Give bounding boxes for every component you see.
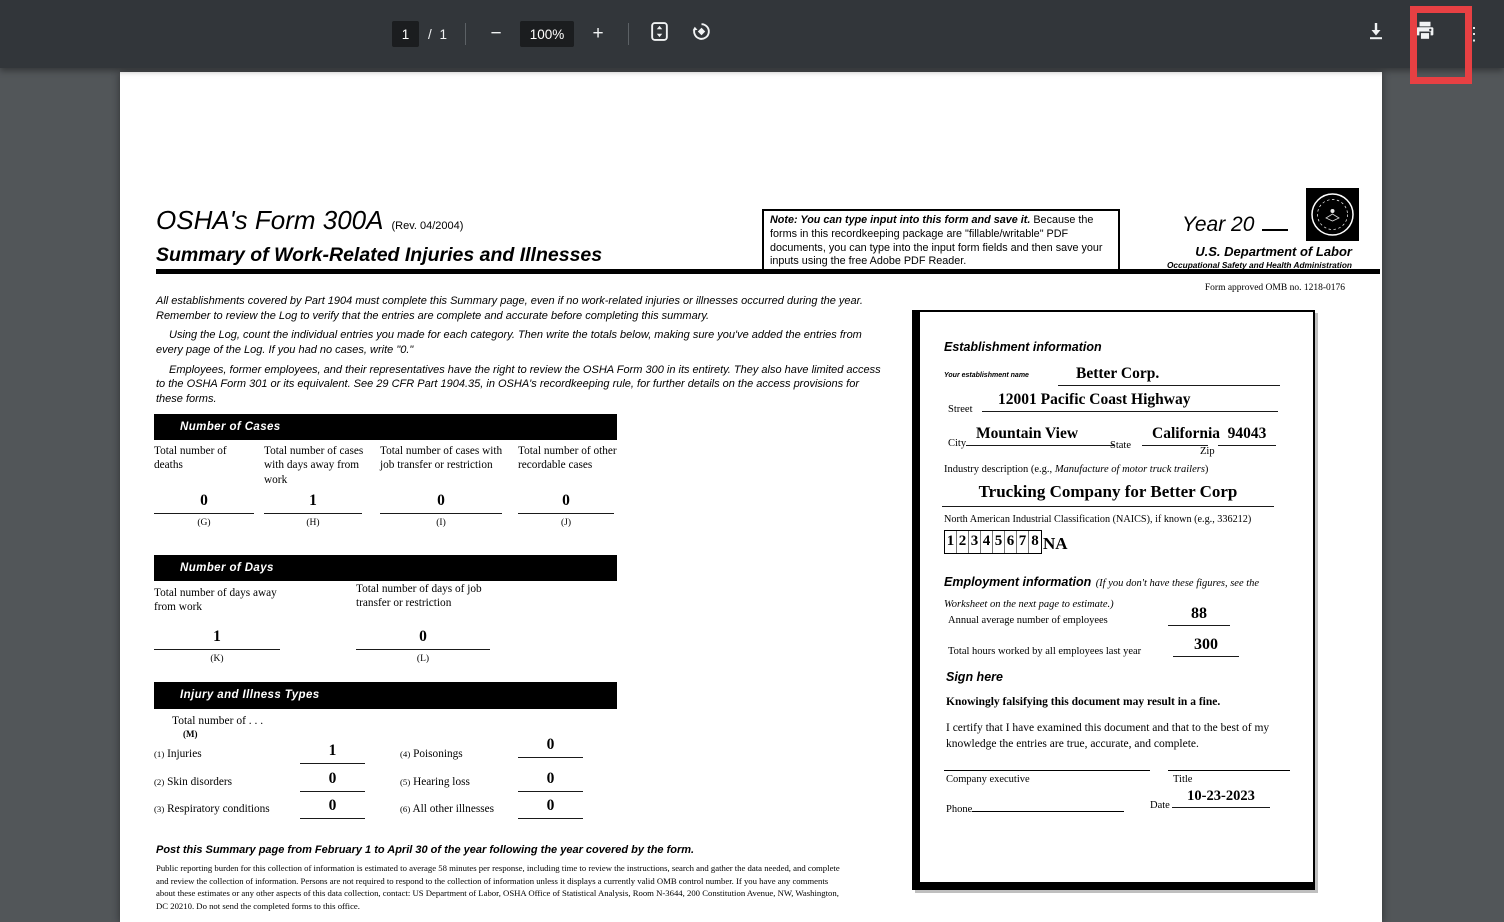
phone-row: Phone [946,800,1124,815]
executive-signature-line[interactable] [944,770,1150,771]
date-label: Date [1150,800,1170,811]
poisonings-field[interactable]: 0 [518,734,583,758]
more-menu-button[interactable]: ⋮ [1454,14,1494,54]
intro-paragraph: Employees, former employees, and their r… [156,363,884,407]
print-button[interactable] [1405,14,1445,54]
hours-label: Total hours worked by all employees last… [948,646,1141,657]
agency-name: U.S. Department of Labor [1025,244,1352,259]
pdf-page: OSHA's Form 300A(Rev. 04/2004) Summary o… [120,72,1382,922]
other-illnesses-field[interactable]: 0 [518,795,583,819]
cases-other-field[interactable]: 0 [518,490,614,514]
download-icon [1366,21,1386,47]
toolbar-divider [628,23,629,45]
cases-col-other: Total number of other recordable cases 0… [518,444,618,529]
section-number-of-days: Number of Days [154,555,617,581]
page-number-input[interactable]: 1 [392,21,419,47]
phone-field[interactable] [972,800,1124,812]
note-title: Note: You can type input into this form … [770,214,1030,226]
types-row-3: (3) Respiratory conditions 0 (6) All oth… [154,799,584,825]
days-away-field[interactable]: 1 [154,626,280,650]
types-row-1: (1) Injuries 1 (4) Poisonings 0 [154,744,584,770]
cases-deaths-field[interactable]: 0 [154,490,254,514]
omb-approval: Form approved OMB no. 1218-0176 [1020,283,1345,293]
dol-seal-logo [1306,188,1359,241]
city-field[interactable]: Mountain View [966,422,1114,446]
days-col-away: Total number of days away from work 1 (K… [154,586,286,665]
intro-paragraph: All establishments covered by Part 1904 … [156,294,884,323]
date-field[interactable]: 10-23-2023 [1172,784,1270,808]
establishment-name-field[interactable]: Better Corp. [1058,362,1280,386]
sign-here-header: Sign here [946,670,1003,684]
zoom-out-button[interactable]: − [482,20,510,48]
hearing-loss-field[interactable]: 0 [518,768,583,792]
types-intro: Total number of . . . [172,715,263,727]
industry-label: Industry description (e.g., Manufacture … [944,464,1208,475]
intro-paragraphs: All establishments covered by Part 1904 … [156,294,884,406]
form-title: OSHA's Form 300A(Rev. 04/2004) [156,205,463,236]
print-icon [1414,20,1436,48]
fit-page-icon [649,21,670,48]
state-field[interactable]: California [1142,422,1208,446]
title-line[interactable] [1168,770,1290,771]
injuries-field[interactable]: 1 [300,740,365,764]
respiratory-field[interactable]: 0 [300,795,365,819]
zoom-in-button[interactable]: + [584,20,612,48]
page-count-label: / 1 [428,27,449,42]
rotate-button[interactable] [687,20,715,48]
form-revision: (Rev. 04/2004) [391,220,463,232]
year-blank[interactable] [1262,213,1288,231]
naics-field[interactable]: 1 2 3 4 5 6 7 8 NA [944,530,1068,554]
falsify-warning: Knowingly falsifying this document may r… [946,696,1220,708]
types-intro-code: (M) [183,729,198,739]
employees-field[interactable]: 88 [1168,602,1230,626]
post-instruction: Post this Summary page from February 1 t… [156,844,694,856]
naics-label: North American Industrial Classification… [944,514,1251,525]
zoom-level-input[interactable]: 100% [520,21,574,47]
street-label: Street [948,404,973,415]
executive-label: Company executive [946,774,1030,785]
fit-page-button[interactable] [645,20,673,48]
street-field[interactable]: 12001 Pacific Coast Highway [982,388,1278,412]
cases-transfer-field[interactable]: 0 [380,490,502,514]
skin-disorders-field[interactable]: 0 [300,768,365,792]
cases-col-days-away: Total number of cases with days away fro… [264,444,370,529]
establishment-name-label: Your establishment name [944,372,1029,379]
burden-notice: Public reporting burden for this collect… [156,862,846,912]
zip-label: Zip [1200,446,1215,457]
toolbar-divider [465,23,466,45]
establishment-header: Establishment information [944,340,1102,354]
city-label: City [948,438,966,449]
cases-days-away-field[interactable]: 1 [264,490,362,514]
cases-col-transfer: Total number of cases with job transfer … [380,444,506,529]
more-menu-icon: ⋮ [1465,25,1483,43]
intro-paragraph: Using the Log, count the individual entr… [156,328,884,357]
agency-subname: Occupational Safety and Health Administr… [1025,260,1352,270]
naics-overflow: NA [1043,534,1068,554]
section-injury-illness-types: Injury and Illness Types [154,682,617,709]
pdf-viewer-toolbar: 1 / 1 − 100% + [0,0,1504,68]
days-col-transfer: Total number of days of job transfer or … [356,582,506,665]
establishment-box: Establishment information Your establish… [912,310,1315,890]
cases-col-deaths: Total number of deaths 0 (G) [154,444,258,529]
days-transfer-field[interactable]: 0 [356,626,490,650]
rotate-ccw-icon [691,21,712,48]
state-label: State [1110,440,1131,451]
naics-cells: 1 2 3 4 5 6 7 8 [944,530,1042,554]
hours-field[interactable]: 300 [1173,633,1239,657]
zip-field[interactable]: 94043 [1218,422,1276,446]
year-field[interactable]: Year 20 [1182,213,1288,237]
section-number-of-cases: Number of Cases [154,414,617,440]
form-subtitle: Summary of Work-Related Injuries and Ill… [156,244,602,267]
industry-field[interactable]: Trucking Company for Better Corp [942,480,1274,507]
employees-label: Annual average number of employees [948,615,1108,626]
download-button[interactable] [1356,14,1396,54]
certify-statement: I certify that I have examined this docu… [946,721,1286,752]
